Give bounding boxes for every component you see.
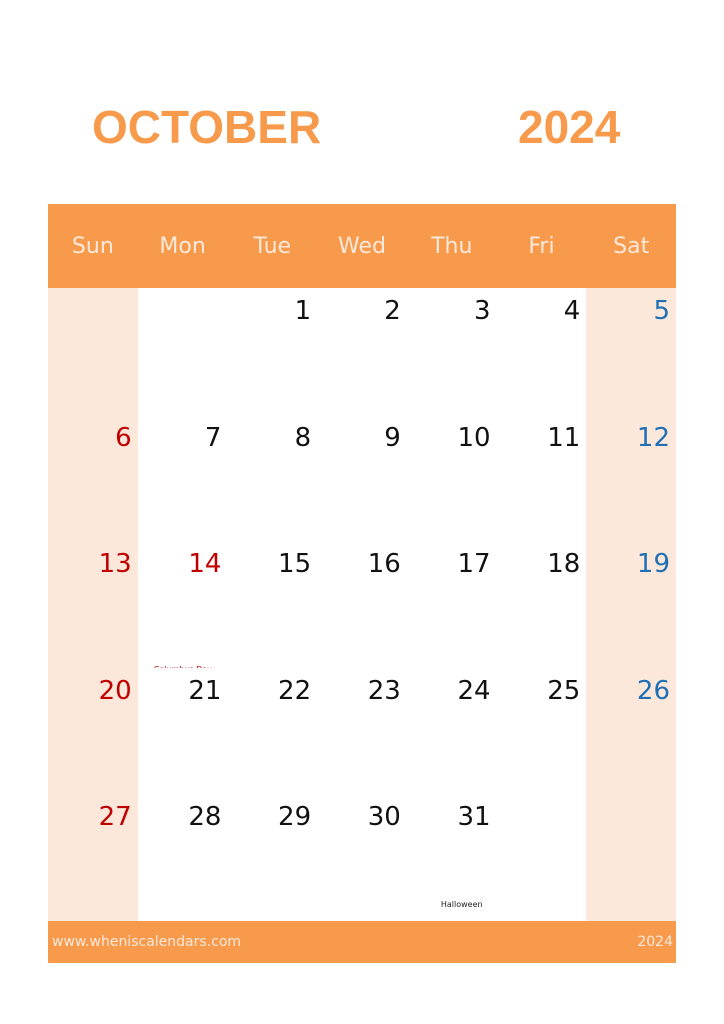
- weekday-fri: Fri: [528, 233, 555, 259]
- day-cell[interactable]: 26: [586, 667, 676, 794]
- day-cell[interactable]: 1: [227, 288, 318, 415]
- day-number: 4: [563, 296, 581, 326]
- day-cell[interactable]: 19: [586, 541, 676, 668]
- day-number: 19: [636, 549, 670, 579]
- day-cell[interactable]: 2: [317, 288, 407, 415]
- day-number: 23: [367, 675, 401, 706]
- day-cell[interactable]: 27: [48, 794, 138, 921]
- day-number: 18: [547, 549, 581, 579]
- day-cell[interactable]: 8: [227, 414, 318, 541]
- website-link[interactable]: www.wheniscalendars.com: [52, 934, 241, 950]
- footer-year: 2024: [637, 934, 673, 950]
- empty-cell: [137, 288, 228, 415]
- day-cell[interactable]: 20: [48, 667, 138, 794]
- day-number: 14: [188, 549, 222, 579]
- day-number: 30: [367, 802, 401, 832]
- day-cell[interactable]: 24: [406, 667, 497, 794]
- day-number: 25: [547, 675, 581, 706]
- empty-cell: [496, 794, 587, 921]
- weekday-wed: Wed: [338, 233, 386, 259]
- day-number: 28: [188, 802, 222, 832]
- day-cell[interactable]: 28: [137, 794, 228, 921]
- day-number: 24: [457, 675, 491, 706]
- day-cell[interactable]: 4: [496, 288, 587, 415]
- day-number: 26: [636, 675, 670, 706]
- year-title: 2024: [518, 101, 621, 153]
- empty-cell: [48, 288, 138, 415]
- weekday-header: Sun Mon Tue Wed Thu Fri Sat: [48, 204, 676, 288]
- calendar-body: 1234567891011121314Columbus Day151617181…: [48, 288, 676, 921]
- day-number: 12: [636, 422, 670, 453]
- day-cell[interactable]: 30: [317, 794, 407, 921]
- footer: www.wheniscalendars.com 2024: [48, 921, 676, 963]
- day-cell[interactable]: 10: [406, 414, 497, 541]
- day-number: 31: [457, 802, 491, 832]
- day-cell[interactable]: 18: [496, 541, 587, 668]
- day-number: 6: [115, 422, 132, 453]
- day-number: 29: [278, 802, 312, 832]
- month-title: OCTOBER: [92, 101, 322, 153]
- day-cell[interactable]: 23: [317, 667, 407, 794]
- day-cell[interactable]: 22: [227, 667, 318, 794]
- day-number: 8: [294, 422, 312, 453]
- day-cell[interactable]: 15: [227, 541, 318, 668]
- day-cell[interactable]: 25: [496, 667, 587, 794]
- day-number: 16: [367, 549, 401, 579]
- day-cell[interactable]: 12: [586, 414, 676, 541]
- event-label: Halloween: [440, 899, 483, 909]
- empty-cell: [586, 794, 676, 921]
- day-cell[interactable]: 14Columbus Day: [137, 541, 228, 674]
- weekday-tue: Tue: [253, 233, 292, 259]
- day-cell[interactable]: 31 Halloween: [406, 794, 497, 921]
- weekday-thu: Thu: [431, 233, 473, 259]
- day-number: 21: [188, 675, 222, 706]
- day-number: 20: [98, 675, 132, 706]
- day-cell[interactable]: 7: [137, 414, 228, 541]
- day-number: 10: [457, 422, 491, 453]
- day-cell[interactable]: 13: [48, 541, 138, 668]
- weekday-sat: Sat: [613, 233, 650, 259]
- day-number: 11: [547, 422, 581, 453]
- day-cell[interactable]: 29: [227, 794, 318, 921]
- day-cell[interactable]: 21: [137, 667, 228, 794]
- day-cell[interactable]: 16: [317, 541, 407, 668]
- day-number: 27: [98, 802, 132, 832]
- day-cell[interactable]: 3: [406, 288, 497, 415]
- day-number: 15: [278, 549, 312, 579]
- day-number: 13: [98, 549, 132, 579]
- day-number: 9: [384, 422, 401, 453]
- day-cell[interactable]: 6: [48, 414, 138, 541]
- day-number: 17: [457, 549, 491, 579]
- day-number: 5: [653, 296, 670, 326]
- day-cell[interactable]: 17: [406, 541, 497, 668]
- day-number: 3: [474, 296, 491, 326]
- day-number: 7: [204, 422, 222, 453]
- day-number: 22: [278, 675, 312, 706]
- day-cell[interactable]: 9: [317, 414, 407, 541]
- day-number: 2: [384, 296, 401, 326]
- weekday-mon: Mon: [159, 233, 206, 259]
- day-cell[interactable]: 5: [586, 288, 676, 415]
- calendar-grid: Sun Mon Tue Wed Thu Fri Sat 1 2 3 4 5 6 7 8 9 10 1…: [48, 204, 676, 921]
- day-cell[interactable]: 11: [496, 414, 587, 541]
- day-number: 1: [294, 296, 312, 326]
- weekday-sun: Sun: [71, 233, 114, 259]
